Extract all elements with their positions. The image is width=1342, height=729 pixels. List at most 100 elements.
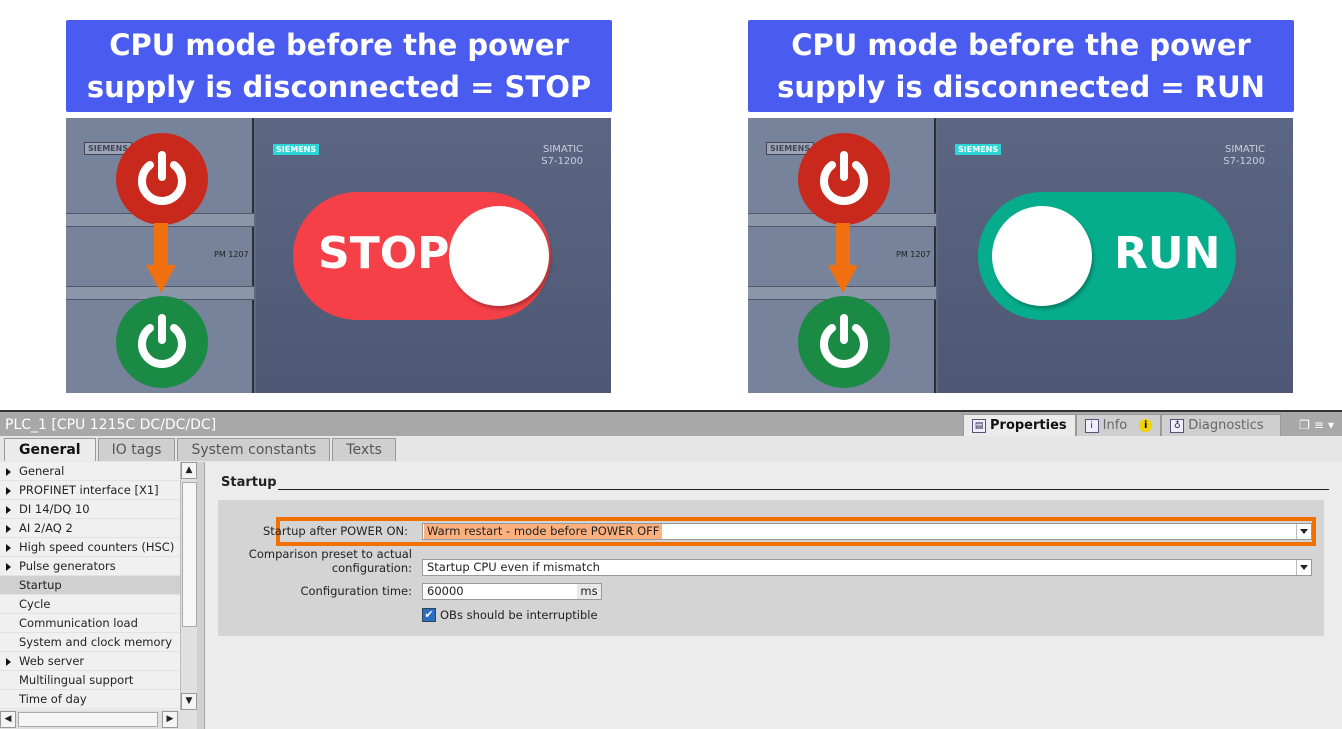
- tab-general[interactable]: General: [4, 438, 96, 461]
- power-off-icon: [116, 133, 208, 225]
- tree-item[interactable]: Web server: [0, 652, 180, 671]
- comparison-label-2: configuration:: [331, 561, 412, 575]
- tree-item-label: Multilingual support: [19, 673, 134, 687]
- tree-item[interactable]: General: [0, 462, 180, 481]
- h-scroll-thumb[interactable]: [18, 712, 158, 727]
- tab-system-constants[interactable]: System constants: [177, 438, 331, 461]
- tree-item[interactable]: Time of day: [0, 690, 180, 709]
- tree-item[interactable]: Multilingual support: [0, 671, 180, 690]
- expand-arrow-icon[interactable]: [6, 544, 11, 552]
- arrow-down-icon: [154, 223, 168, 268]
- expand-arrow-icon[interactable]: [6, 487, 11, 495]
- tab-diagnostics[interactable]: ♁ Diagnostics: [1161, 414, 1282, 436]
- run-toggle: RUN: [978, 192, 1236, 320]
- expand-arrow-icon[interactable]: [6, 468, 11, 476]
- settings-group: Startup after POWER ON: Warm restart - m…: [218, 500, 1324, 636]
- panel-splitter[interactable]: [197, 462, 205, 729]
- panel-window-controls[interactable]: ❐≡▾: [1299, 412, 1338, 438]
- tree-item-label: DI 14/DQ 10: [19, 502, 90, 516]
- diagnostics-icon: ♁: [1170, 418, 1185, 433]
- tab-label: Info: [1102, 417, 1128, 433]
- startup-after-power-on-label: Startup after POWER ON:: [263, 524, 408, 538]
- pm-label: PM 1207: [214, 250, 249, 259]
- expand-arrow-icon[interactable]: [6, 658, 11, 666]
- plc-image-stop: SIEMENS PM 1207 SIEMENS SIMATIC S7-1200 …: [66, 118, 611, 393]
- info-icon: i: [1084, 418, 1099, 433]
- tab-io-tags[interactable]: IO tags: [97, 438, 176, 461]
- configuration-time-value: 60000: [427, 584, 464, 598]
- tree-item-label: PROFINET interface [X1]: [19, 483, 159, 497]
- power-on-icon: [116, 296, 208, 388]
- tree-item[interactable]: High speed counters (HSC): [0, 538, 180, 557]
- tree-item[interactable]: DI 14/DQ 10: [0, 500, 180, 519]
- properties-panel: PLC_1 [CPU 1215C DC/DC/DC] ▤ Properties i…: [0, 410, 1342, 729]
- chevron-down-icon[interactable]: [1296, 560, 1311, 575]
- scroll-thumb[interactable]: [182, 482, 197, 627]
- power-on-icon: [798, 296, 890, 388]
- tree-item[interactable]: Cycle: [0, 595, 180, 614]
- navigation-tree: General PROFINET interface [X1] DI 14/DQ 1…: [0, 462, 180, 710]
- tree-item-label: Web server: [19, 654, 85, 668]
- expand-arrow-icon[interactable]: [6, 506, 11, 514]
- tab-label: Properties: [990, 417, 1067, 433]
- tab-properties[interactable]: ▤ Properties: [963, 414, 1076, 436]
- tree-item-label: AI 2/AQ 2: [19, 521, 73, 535]
- tree-item-label: Cycle: [19, 597, 51, 611]
- comparison-value: Startup CPU even if mismatch: [427, 560, 600, 574]
- comparison-label: Comparison preset to actual: [248, 547, 412, 561]
- properties-icon: ▤: [972, 418, 986, 433]
- device-title: PLC_1 [CPU 1215C DC/DC/DC]: [5, 417, 217, 433]
- tree-item[interactable]: PROFINET interface [X1]: [0, 481, 180, 500]
- tree-item-label: System and clock memory: [19, 635, 173, 649]
- model-label: S7-1200: [1223, 156, 1265, 167]
- stop-label: STOP: [318, 228, 450, 279]
- obs-interruptible-checkbox[interactable]: ✔: [422, 608, 436, 622]
- property-tabs: General IO tags System constants Texts: [4, 438, 398, 461]
- run-label: RUN: [1114, 228, 1221, 279]
- panel-title-bar: PLC_1 [CPU 1215C DC/DC/DC] ▤ Properties i…: [0, 410, 1342, 436]
- siemens-logo: SIEMENS: [955, 144, 1002, 155]
- plc-image-run: SIEMENS PM 1207 SIEMENS SIMATIC S7-1200 …: [748, 118, 1293, 393]
- startup-value: Warm restart - mode before POWER OFF: [424, 524, 663, 539]
- stop-panel-title: CPU mode before the power supply is disc…: [66, 20, 612, 112]
- tree-item-label: Time of day: [19, 692, 87, 706]
- stop-toggle: STOP: [293, 192, 551, 320]
- tree-vertical-scrollbar[interactable]: ▲ ▼: [180, 462, 197, 710]
- tree-item-label: Communication load: [19, 616, 138, 630]
- tree-item[interactable]: Communication load: [0, 614, 180, 633]
- configuration-time-input[interactable]: 60000 ms: [422, 583, 602, 600]
- tab-info[interactable]: i Info i: [1075, 414, 1162, 436]
- tree-item[interactable]: AI 2/AQ 2: [0, 519, 180, 538]
- unit-label: ms: [577, 584, 601, 599]
- chevron-down-icon[interactable]: [1296, 524, 1311, 539]
- tab-label: Diagnostics: [1188, 417, 1264, 433]
- tree-item-label: High speed counters (HSC): [19, 540, 175, 554]
- toggle-knob: [449, 206, 549, 306]
- startup-settings: Startup Startup after POWER ON: Warm res…: [206, 462, 1342, 729]
- section-title: Startup: [221, 475, 277, 490]
- tab-texts[interactable]: Texts: [332, 438, 396, 461]
- scroll-up-button[interactable]: ▲: [181, 462, 197, 479]
- arrow-down-icon: [836, 223, 850, 268]
- power-off-icon: [798, 133, 890, 225]
- pm-label: PM 1207: [896, 250, 931, 259]
- obs-interruptible-label: OBs should be interruptible: [440, 608, 598, 622]
- tree-horizontal-scrollbar[interactable]: ◀ ▶: [0, 710, 197, 729]
- scroll-left-button[interactable]: ◀: [0, 711, 16, 728]
- expand-arrow-icon[interactable]: [6, 563, 11, 571]
- tree-item-label: Startup: [19, 578, 62, 592]
- warning-badge-icon: i: [1139, 419, 1153, 432]
- model-label: SIMATIC: [542, 144, 583, 155]
- configuration-time-label: Configuration time:: [300, 584, 412, 598]
- startup-after-power-on-select[interactable]: Warm restart - mode before POWER OFF: [422, 523, 1312, 540]
- tree-item[interactable]: Pulse generators (PTO/PWM): [0, 557, 180, 592]
- siemens-logo: SIEMENS: [273, 144, 320, 155]
- scroll-right-button[interactable]: ▶: [162, 711, 178, 728]
- model-label: S7-1200: [541, 156, 583, 167]
- expand-arrow-icon[interactable]: [6, 525, 11, 533]
- comparison-select[interactable]: Startup CPU even if mismatch: [422, 559, 1312, 576]
- tree-item[interactable]: System and clock memory: [0, 633, 180, 652]
- tree-item[interactable]: Startup: [0, 576, 180, 595]
- model-label: SIMATIC: [1224, 144, 1265, 155]
- scroll-down-button[interactable]: ▼: [181, 693, 197, 710]
